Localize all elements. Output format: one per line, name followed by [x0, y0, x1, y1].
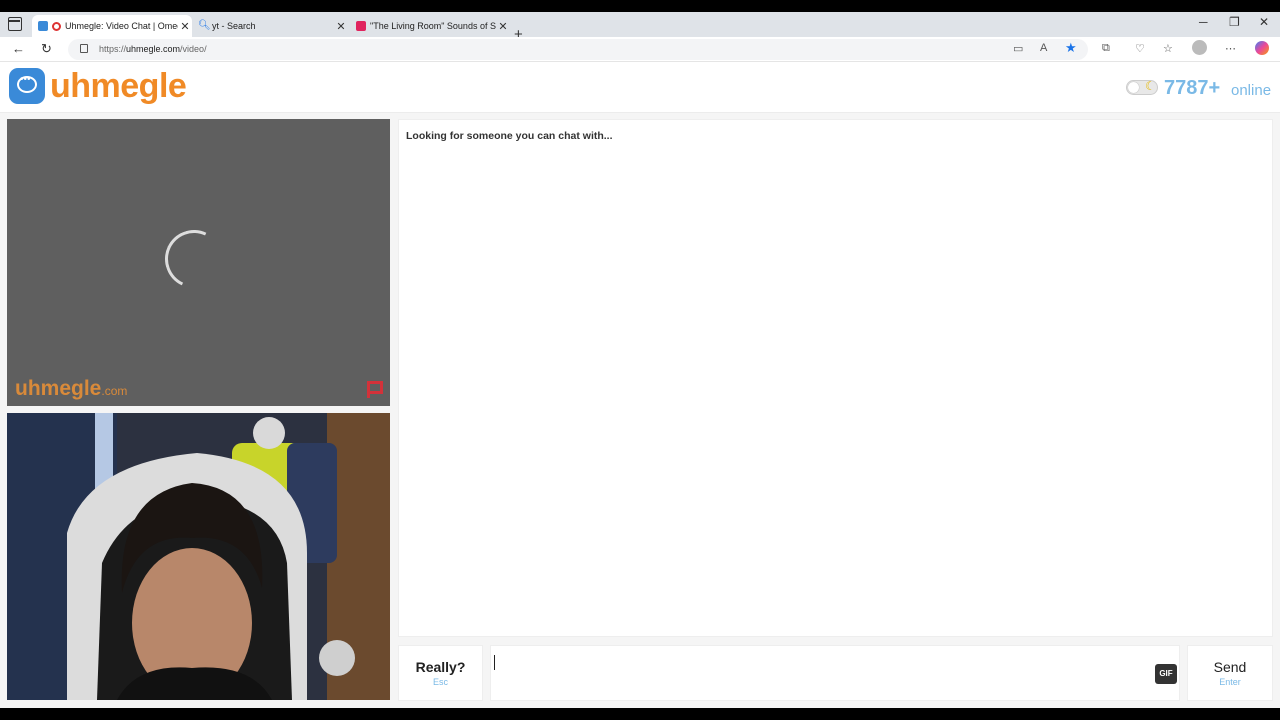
tab-uhmegle[interactable]: Uhmegle: Video Chat | Omegle ✕ [32, 15, 192, 37]
browser-toolbar: ← ↻ https://uhmegle.com/video/ ▭ A ★ ⧉ ♡… [0, 37, 1280, 62]
tab-title: "The Living Room" Sounds of Sha [370, 21, 496, 31]
more-menu-icon[interactable]: ⋯ [1225, 42, 1236, 55]
extensions-icon[interactable]: ⧉ [1102, 42, 1110, 55]
chat-bubble-logo-icon[interactable] [9, 68, 45, 104]
message-input[interactable]: GIF [490, 645, 1180, 701]
restore-icon[interactable]: ❐ [1229, 15, 1240, 29]
send-button-label: Send [1213, 659, 1247, 675]
skip-button[interactable]: Really? Esc [398, 645, 483, 701]
close-tab-icon[interactable]: ✕ [178, 20, 192, 33]
lock-icon [80, 44, 88, 53]
webcam-feed-image [7, 413, 390, 700]
profile-avatar[interactable] [1192, 40, 1207, 55]
screen-bottom-bar [0, 708, 1280, 720]
close-tab-icon[interactable]: ✕ [334, 20, 348, 33]
back-icon[interactable]: ← [12, 41, 25, 56]
status-message: Looking for someone you can chat with... [406, 130, 613, 142]
url-text: https://uhmegle.com/video/ [99, 44, 207, 54]
browser-tab-strip: Uhmegle: Video Chat | Omegle ✕ 🔍︎ yt - S… [0, 12, 1280, 43]
tab-title: yt - Search [212, 21, 256, 31]
uhmegle-favicon-icon [38, 21, 48, 31]
camera-icon[interactable]: ▭ [1013, 42, 1023, 55]
skip-key-hint: Esc [432, 677, 448, 687]
read-aloud-icon[interactable]: A [1040, 42, 1047, 54]
stranger-video: uhmegle.com [7, 119, 390, 406]
search-icon: 🔍︎ [198, 20, 211, 31]
tab-title: Uhmegle: Video Chat | Omegle [65, 21, 178, 31]
online-count: 7787+ [1164, 77, 1221, 99]
dark-mode-toggle[interactable]: ☾ [1126, 79, 1158, 95]
minimize-icon[interactable]: ─ [1199, 15, 1208, 29]
text-cursor [494, 655, 495, 670]
browser-essentials-icon[interactable]: ♡ [1135, 42, 1145, 55]
skip-button-label: Really? [415, 659, 466, 675]
gif-button[interactable]: GIF [1155, 664, 1177, 684]
site-logo[interactable]: uhmegle [50, 67, 187, 106]
copilot-icon[interactable] [1255, 41, 1269, 55]
site-header: uhmegle ☾ 7787+ online [0, 62, 1280, 113]
page: uhmegle ☾ 7787+ online uhmegle.com [0, 62, 1280, 708]
report-flag-icon[interactable] [367, 381, 383, 398]
tab-youtube[interactable]: "The Living Room" Sounds of Sha ✕ [350, 15, 510, 37]
recording-icon [52, 21, 61, 31]
tab-yt-search[interactable]: 🔍︎ yt - Search ✕ [192, 15, 348, 37]
tab-actions-icon[interactable] [8, 17, 22, 31]
chat-log: Looking for someone you can chat with... [398, 119, 1273, 637]
moon-icon: ☾ [1145, 79, 1156, 93]
send-key-hint: Enter [1219, 677, 1241, 687]
close-window-icon[interactable]: ✕ [1259, 15, 1269, 29]
favorite-star-icon[interactable]: ★ [1065, 40, 1077, 56]
refresh-icon[interactable]: ↻ [41, 41, 52, 57]
video-watermark: uhmegle.com [15, 377, 128, 400]
screen-top-bar [0, 0, 1280, 12]
address-bar[interactable]: https://uhmegle.com/video/ [68, 39, 1088, 60]
online-label: online [1231, 82, 1272, 99]
send-button[interactable]: Send Enter [1187, 645, 1273, 701]
youtube-favicon-icon [356, 21, 366, 31]
loading-spinner-icon [156, 221, 232, 297]
close-tab-icon[interactable]: ✕ [496, 20, 510, 33]
favorites-icon[interactable]: ☆ [1163, 42, 1173, 55]
self-video [7, 413, 390, 700]
